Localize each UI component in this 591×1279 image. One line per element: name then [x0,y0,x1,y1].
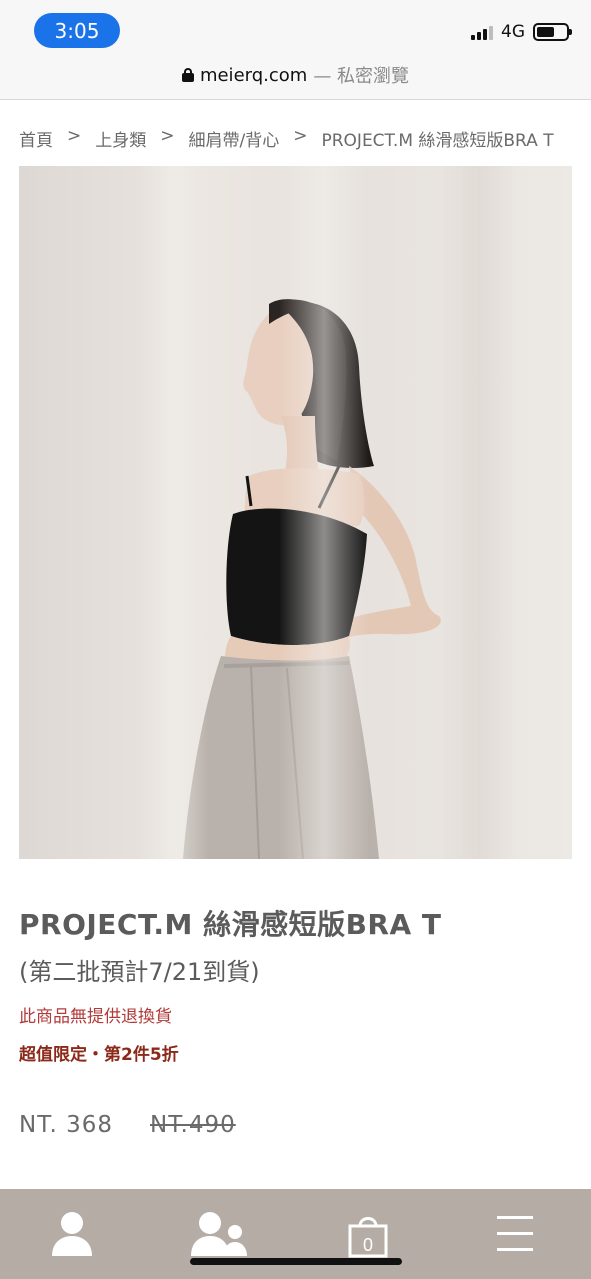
breadcrumb-tops[interactable]: 上身類 [95,126,146,151]
address-bar[interactable]: meierq.com — 私密瀏覽 [0,62,591,88]
lock-icon [181,68,194,82]
private-browsing-label: — 私密瀏覽 [313,66,410,87]
account-icon [52,1212,92,1256]
breadcrumb-current: PROJECT.M 絲滑感短版BRA T [321,131,554,151]
breadcrumb-separator: > [293,126,308,146]
no-return-notice: 此商品無提供退換貨 [19,1007,172,1027]
breadcrumb: 首頁 > 上身類 > 細肩帶/背心 > PROJECT.M 絲滑感短版BRA T [19,126,554,151]
browser-chrome: 3:05 4G meierq.com — 私密瀏覽 [0,0,591,100]
battery-icon [533,23,572,41]
network-type: 4G [501,22,525,42]
status-time: 3:05 [34,13,120,48]
promo-label: 超值限定・第2件5折 [19,1045,179,1065]
menu-button[interactable] [465,1189,565,1279]
breadcrumb-home[interactable]: 首頁 [19,126,53,151]
product-title: PROJECT.M 絲滑感短版BRA T [19,908,442,941]
account-button[interactable] [22,1189,122,1279]
bottom-nav: 0 [0,1189,591,1279]
cart-button[interactable]: 0 [318,1189,418,1279]
sale-price: NT. 368 [19,1112,114,1138]
breadcrumb-separator: > [160,126,175,146]
breadcrumb-separator: > [67,126,82,146]
product-subtitle: (第二批預計7/21到貨) [19,958,260,986]
members-icon [191,1212,247,1256]
cart-icon: 0 [348,1217,388,1258]
home-indicator[interactable] [190,1258,402,1265]
breadcrumb-camisole[interactable]: 細肩帶/背心 [189,126,280,151]
members-button[interactable] [170,1189,270,1279]
cart-count: 0 [363,1235,373,1255]
menu-icon [497,1216,533,1251]
status-indicators: 4G [471,22,572,42]
signal-icon [471,25,493,40]
product-photo[interactable] [19,166,572,859]
url-domain: meierq.com [199,64,308,86]
original-price: NT.490 [150,1112,236,1138]
